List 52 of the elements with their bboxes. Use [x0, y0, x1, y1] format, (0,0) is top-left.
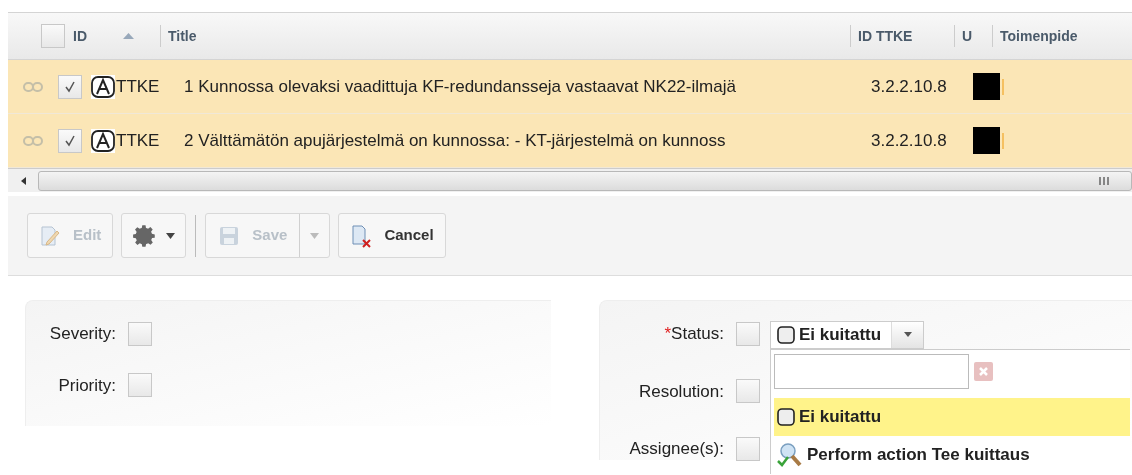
text-type-icon: [90, 73, 116, 100]
edit-icon: [39, 224, 61, 247]
search-field[interactable]: [774, 353, 969, 389]
clear-icon[interactable]: [974, 361, 993, 381]
status-select[interactable]: Ei kuitattu: [770, 321, 924, 349]
row-checkbox[interactable]: [58, 74, 82, 99]
status-icon: [777, 407, 795, 426]
table-cell: 3.2.2.10.8: [871, 130, 947, 150]
field-checkbox[interactable]: [736, 321, 760, 346]
checkmark-icon: [64, 134, 76, 147]
table-cell: 2 Välttämätön apujärjestelmä on kunnossa: - KT-järjestelmä on kunnoss: [184, 130, 726, 150]
table-cell: 3.2.2.10.8: [871, 76, 947, 96]
field-label: Priority:: [57, 374, 116, 397]
table-row[interactable]: TTKE 1 Kunnossa olevaksi vaadittuja KF-redundansseja vastaavat NK22-ilmajä 3.2.2.10.8: [8, 60, 1132, 114]
settings-menu-button[interactable]: [121, 213, 187, 258]
dropdown-option[interactable]: Ei kuitattu: [774, 397, 1130, 436]
table-cell-text: TTKE: [116, 75, 160, 98]
magnifier-check-icon: [777, 441, 803, 468]
row-checkbox[interactable]: [58, 128, 82, 153]
column-header[interactable]: Title: [168, 25, 197, 47]
checkmark-icon: [64, 80, 76, 93]
field-checkbox[interactable]: [736, 436, 760, 461]
sort-ascending-icon[interactable]: [123, 33, 134, 39]
text-type-icon: [90, 127, 116, 154]
field-label: *Status:: [664, 323, 724, 345]
color-swatch: [973, 73, 1000, 100]
status-icon: [777, 325, 795, 344]
column-header[interactable]: ID TTKE: [858, 25, 913, 47]
field-checkbox[interactable]: [128, 373, 152, 398]
cancel-button[interactable]: Cancel: [338, 213, 446, 258]
column-header[interactable]: ID: [73, 25, 87, 47]
table-row[interactable]: TTKE 2 Välttämätön apujärjestelmä on kunnossa: - KT-järjestelmä on kunnoss 3.2.2.10.8: [8, 114, 1132, 168]
column-header[interactable]: Toimenpide: [1000, 25, 1078, 47]
field-label: Assignee(s):: [629, 438, 724, 460]
link-icon[interactable]: [23, 81, 43, 92]
grip-icon: [1099, 176, 1109, 185]
table-cell-text: TTKE: [116, 129, 160, 152]
link-icon[interactable]: [23, 135, 43, 146]
table-cell: 1 Kunnossa olevaksi vaadittuja KF-redundansseja vastaavat NK22-ilmajä: [184, 76, 736, 96]
color-swatch: [973, 127, 1000, 154]
dropdown-option[interactable]: Perform action Tee kuittaus: [774, 435, 1130, 474]
column-header[interactable]: U: [962, 25, 973, 47]
field-checkbox[interactable]: [128, 321, 152, 346]
select-all-checkbox[interactable]: [41, 24, 65, 48]
field-checkbox[interactable]: [736, 379, 760, 404]
save-icon: [218, 224, 241, 247]
caret-icon: [310, 232, 320, 239]
cancel-document-icon: [350, 223, 373, 248]
caret-icon: [903, 332, 912, 338]
caret-icon: [166, 232, 176, 239]
field-label: Resolution:: [638, 380, 724, 403]
field-label: Severity:: [48, 323, 116, 345]
